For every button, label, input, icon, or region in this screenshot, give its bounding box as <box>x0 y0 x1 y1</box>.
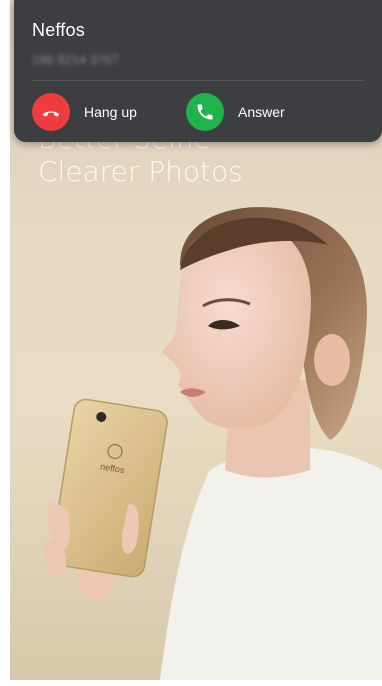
answer-button[interactable]: Answer <box>186 92 285 132</box>
ad-headline-line-2: Clearer Photos <box>38 155 243 188</box>
notification-divider <box>32 80 364 81</box>
hang-up-label: Hang up <box>84 104 137 120</box>
phone-hangup-icon <box>32 93 70 131</box>
caller-number: 186 8214 3767 <box>32 52 119 67</box>
hang-up-button[interactable]: Hang up <box>32 92 137 132</box>
answer-label: Answer <box>238 104 285 120</box>
incoming-call-notification[interactable]: Neffos 186 8214 3767 Hang up Answer <box>14 0 382 142</box>
phone-answer-icon <box>186 93 224 131</box>
caller-name: Neffos <box>32 20 85 40</box>
